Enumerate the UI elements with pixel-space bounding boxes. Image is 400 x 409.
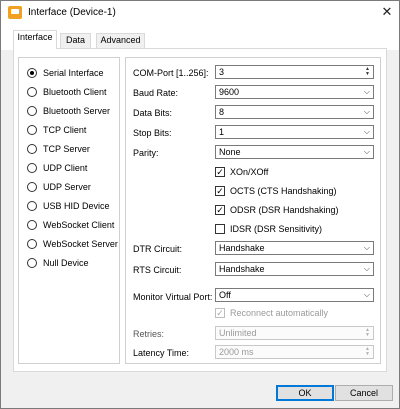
checkbox-empty[interactable]: [215, 224, 225, 234]
radio-button[interactable]: [27, 87, 37, 97]
xon-xoff-checkbox[interactable]: ✓ XOn/XOff: [215, 166, 268, 178]
reconnect-label: Reconnect automatically: [230, 308, 329, 318]
radio-label: UDP Server: [43, 182, 91, 192]
chevron-down-icon: ⌵: [363, 87, 370, 96]
stop-bits-label: Stop Bits:: [133, 128, 172, 138]
chevron-down-icon: ⌵: [363, 264, 370, 273]
rts-circuit-label: RTS Circuit:: [133, 265, 182, 275]
radio-button[interactable]: [27, 125, 37, 135]
rts-circuit-value: Handshake: [219, 264, 265, 274]
chevron-down-icon: ⌵: [363, 107, 370, 116]
latency-time-spinner[interactable]: 2000 ms ▲ ▼: [215, 345, 374, 359]
idsr-label: IDSR (DSR Sensitivity): [230, 224, 323, 234]
checkmark-icon[interactable]: ✓: [215, 308, 225, 318]
radio-null-device[interactable]: Null Device: [27, 256, 89, 270]
radio-label: WebSocket Client: [43, 220, 115, 230]
parity-label: Parity:: [133, 148, 159, 158]
stop-bits-value: 1: [219, 127, 225, 137]
reconnect-checkbox[interactable]: ✓ Reconnect automatically: [215, 307, 328, 319]
odsr-label: ODSR (DSR Handshaking): [230, 205, 339, 215]
radio-label: WebSocket Server: [43, 239, 118, 249]
radio-label: TCP Client: [43, 125, 87, 135]
radio-udp-client[interactable]: UDP Client: [27, 161, 87, 175]
idsr-checkbox[interactable]: IDSR (DSR Sensitivity): [215, 223, 322, 235]
cancel-button[interactable]: Cancel: [335, 385, 393, 401]
rts-circuit-select[interactable]: Handshake ⌵: [215, 262, 374, 276]
radio-websocket-server[interactable]: WebSocket Server: [27, 237, 118, 251]
window-title: Interface (Device-1): [28, 7, 116, 18]
dtr-circuit-label: DTR Circuit:: [133, 244, 182, 254]
data-bits-value: 8: [219, 107, 225, 117]
checkmark-icon[interactable]: ✓: [215, 167, 225, 177]
baud-rate-select[interactable]: 9600 ⌵: [215, 85, 374, 99]
parity-value: None: [219, 147, 241, 157]
radio-button[interactable]: [27, 144, 37, 154]
stop-bits-select[interactable]: 1 ⌵: [215, 125, 374, 139]
xon-xoff-label: XOn/XOff: [230, 167, 269, 177]
spinner-arrows-icon[interactable]: ▲ ▼: [363, 67, 372, 77]
radio-button[interactable]: [27, 163, 37, 173]
radio-button-selected[interactable]: [27, 68, 37, 78]
parity-select[interactable]: None ⌵: [215, 145, 374, 159]
com-port-spinner[interactable]: 3 ▲ ▼: [215, 65, 374, 79]
data-bits-label: Data Bits:: [133, 108, 173, 118]
radio-label: USB HID Device: [43, 201, 110, 211]
radio-tcp-server[interactable]: TCP Server: [27, 142, 90, 156]
baud-rate-label: Baud Rate:: [133, 88, 179, 98]
radio-serial-interface[interactable]: Serial Interface: [27, 66, 104, 80]
radio-label: Null Device: [43, 258, 89, 268]
retries-value: Unlimited: [219, 328, 257, 338]
radio-label: Bluetooth Client: [43, 87, 107, 97]
checkmark-icon[interactable]: ✓: [215, 205, 225, 215]
radio-button[interactable]: [27, 258, 37, 268]
radio-tcp-client[interactable]: TCP Client: [27, 123, 86, 137]
app-icon: [8, 6, 22, 19]
radio-websocket-client[interactable]: WebSocket Client: [27, 218, 114, 232]
radio-bluetooth-server[interactable]: Bluetooth Server: [27, 104, 110, 118]
radio-label: UDP Client: [43, 163, 88, 173]
chevron-down-icon: ⌵: [363, 147, 370, 156]
radio-button[interactable]: [27, 220, 37, 230]
ok-button[interactable]: OK: [276, 385, 334, 401]
title-bar[interactable]: Interface (Device-1) ✕: [1, 1, 399, 25]
latency-time-value: 2000 ms: [219, 347, 254, 357]
retries-spinner[interactable]: Unlimited ▲ ▼: [215, 326, 374, 340]
radio-label: Serial Interface: [43, 68, 104, 78]
tab-data[interactable]: Data: [60, 33, 91, 48]
monitor-virtual-port-label: Monitor Virtual Port:: [133, 292, 213, 302]
radio-button[interactable]: [27, 106, 37, 116]
radio-label: TCP Server: [43, 144, 90, 154]
radio-button[interactable]: [27, 201, 37, 211]
close-icon[interactable]: ✕: [379, 4, 395, 20]
checkmark-icon[interactable]: ✓: [215, 186, 225, 196]
octs-checkbox[interactable]: ✓ OCTS (CTS Handshaking): [215, 185, 337, 197]
com-port-value: 3: [219, 67, 225, 77]
data-bits-select[interactable]: 8 ⌵: [215, 105, 374, 119]
latency-time-label: Latency Time:: [133, 348, 190, 358]
radio-usb-hid-device[interactable]: USB HID Device: [27, 199, 110, 213]
chevron-down-icon: ⌵: [363, 127, 370, 136]
dtr-circuit-select[interactable]: Handshake ⌵: [215, 241, 374, 255]
radio-button[interactable]: [27, 182, 37, 192]
monitor-virtual-port-select[interactable]: Off ⌵: [215, 288, 374, 302]
monitor-virtual-port-value: Off: [219, 290, 231, 300]
radio-bluetooth-client[interactable]: Bluetooth Client: [27, 85, 107, 99]
chevron-down-icon: ⌵: [363, 290, 370, 299]
com-port-label: COM-Port [1..256]:: [133, 68, 209, 78]
radio-label: Bluetooth Server: [43, 106, 111, 116]
odsr-checkbox[interactable]: ✓ ODSR (DSR Handshaking): [215, 204, 339, 216]
dtr-circuit-value: Handshake: [219, 243, 265, 253]
tab-advanced[interactable]: Advanced: [96, 33, 145, 48]
spinner-arrows-icon[interactable]: ▲ ▼: [363, 328, 372, 338]
tab-interface[interactable]: Interface: [13, 30, 57, 49]
radio-udp-server[interactable]: UDP Server: [27, 180, 91, 194]
baud-rate-value: 9600: [219, 87, 240, 97]
radio-button[interactable]: [27, 239, 37, 249]
spinner-arrows-icon[interactable]: ▲ ▼: [363, 347, 372, 357]
chevron-down-icon: ⌵: [363, 243, 370, 252]
octs-label: OCTS (CTS Handshaking): [230, 186, 337, 196]
retries-label: Retries:: [133, 329, 165, 339]
